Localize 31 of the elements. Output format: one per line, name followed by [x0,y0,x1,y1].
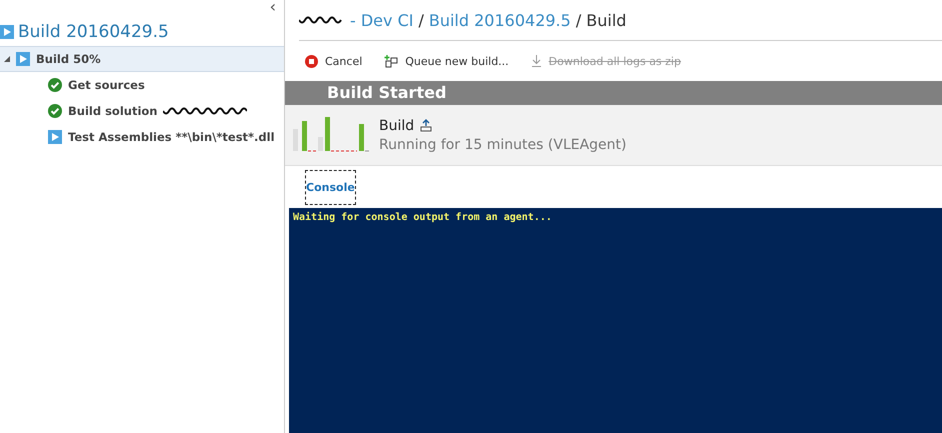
status-banner: Build Started [285,81,942,105]
build-name: Build [379,118,414,134]
play-icon [0,25,14,39]
upload-icon [420,119,432,132]
tree-item-label: Get sources [68,78,145,92]
console-line: Waiting for console output from an agent... [293,212,553,223]
console-tab[interactable]: Console [305,170,356,204]
tree-item[interactable]: Get sources [0,72,284,98]
queue-button[interactable]: Queue new build... [384,54,509,68]
check-icon [48,78,62,92]
collapse-button[interactable]: ‹ [270,0,276,14]
cancel-button[interactable]: Cancel [305,54,362,68]
breadcrumb-text: / [418,10,424,30]
queue-icon [384,54,398,68]
check-icon [48,104,62,118]
play-icon [48,130,62,144]
tree-item[interactable]: Test Assemblies **\bin\*test*.dll [0,124,284,150]
breadcrumb-link[interactable]: Build 20160429.5 [428,10,571,30]
stop-icon [305,54,318,68]
play-icon [16,52,30,66]
breadcrumb-link[interactable]: - Dev CI [350,10,414,30]
download-icon [530,55,542,67]
breadcrumb-text: / Build [576,10,626,30]
build-status: Running for 15 minutes (VLEAgent) [379,136,626,152]
tree-item-label: Build 50% [36,52,101,66]
tree-item-label: Build solution [68,104,158,118]
expand-caret-icon[interactable] [4,56,10,62]
tree-item[interactable]: Build 50% [0,46,284,72]
build-title: Build 20160429.5 [18,22,169,42]
tree-item-label: Test Assemblies **\bin\*test*.dll [68,130,275,144]
tree-item[interactable]: Build solution [0,98,284,124]
